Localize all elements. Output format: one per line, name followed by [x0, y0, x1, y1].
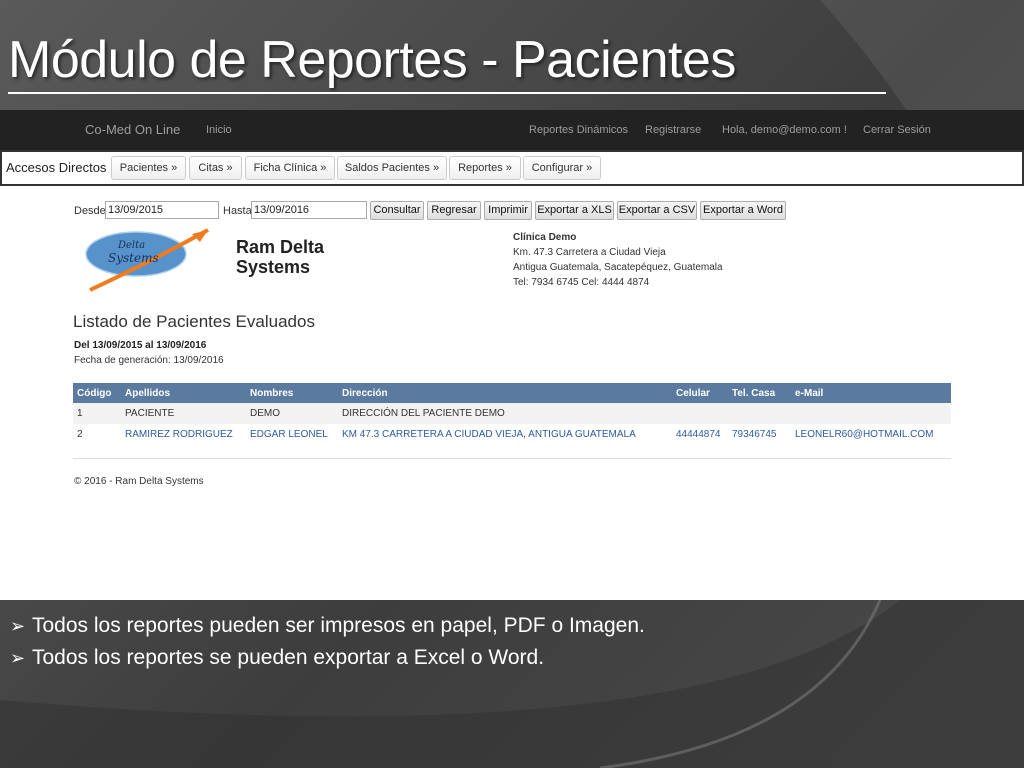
cell-tel-casa	[728, 403, 791, 424]
slide-title: Módulo de Reportes - Pacientes	[8, 31, 736, 89]
ram-delta-logo: Delta Systems	[85, 228, 209, 292]
cell-codigo: 2	[73, 424, 121, 445]
company-name-line1: Ram Delta	[236, 237, 325, 257]
company-name: Ram Delta Systems	[236, 237, 324, 277]
acceso-saldos-pacientes-button[interactable]: Saldos Pacientes »	[337, 156, 447, 180]
report-generation-date: Fecha de generación: 13/09/2016	[74, 355, 224, 366]
table-row: 2 RAMIREZ RODRIGUEZ EDGAR LEONEL KM 47.3…	[73, 424, 951, 445]
bullet-item: ➢ Todos los reportes pueden ser impresos …	[10, 610, 645, 642]
col-codigo: Código	[73, 383, 121, 403]
patients-table: Código Apellidos Nombres Dirección Celul…	[73, 383, 951, 445]
report-title: Listado de Pacientes Evaluados	[73, 312, 315, 331]
clinic-phones: Tel: 7934 6745 Cel: 4444 4874	[513, 277, 650, 288]
accesos-directos-label: Accesos Directos	[6, 160, 107, 175]
cell-nombres: EDGAR LEONEL	[246, 424, 338, 445]
col-apellidos: Apellidos	[121, 383, 246, 403]
nav-cerrar-sesion[interactable]: Cerrar Sesión	[863, 124, 931, 136]
bullet-text: Todos los reportes se pueden exportar a …	[32, 646, 545, 669]
cell-celular: 44444874	[672, 424, 728, 445]
company-name-line2: Systems	[236, 257, 311, 277]
bullet-item: ➢ Todos los reportes se pueden exportar a…	[10, 642, 645, 674]
col-direccion: Dirección	[338, 383, 672, 403]
slide-bullets: ➢ Todos los reportes pueden ser impresos …	[10, 610, 645, 674]
arrow-bullet-icon: ➢	[10, 648, 26, 668]
cell-tel-casa: 79346745	[728, 424, 791, 445]
app-screenshot: Co-Med On Line Inicio Reportes Dinámicos…	[0, 110, 1024, 600]
nav-registrarse[interactable]: Registrarse	[645, 124, 701, 136]
clinic-address-2: Antigua Guatemala, Sacatepéquez, Guatema…	[513, 262, 723, 273]
accesos-directos-bar: Accesos Directos Pacientes » Citas » Fic…	[0, 150, 1024, 186]
desde-input[interactable]	[105, 201, 219, 219]
nav-inicio[interactable]: Inicio	[206, 124, 232, 136]
cell-nombres: DEMO	[246, 403, 338, 424]
regresar-button[interactable]: Regresar	[427, 201, 481, 220]
report-date-range: Del 13/09/2015 al 13/09/2016	[74, 340, 207, 351]
exportar-word-button[interactable]: Exportar a Word	[700, 201, 786, 220]
clinic-info: Clínica Demo Km. 47.3 Carretera a Ciudad…	[513, 230, 723, 290]
exportar-csv-button[interactable]: Exportar a CSV	[617, 201, 697, 220]
brand-link[interactable]: Co-Med On Line	[85, 122, 180, 137]
acceso-citas-button[interactable]: Citas »	[189, 156, 242, 180]
clinic-name: Clínica Demo	[513, 232, 577, 243]
acceso-ficha-clinica-button[interactable]: Ficha Clínica »	[245, 156, 335, 180]
arrow-bullet-icon: ➢	[10, 616, 26, 636]
hasta-label: Hasta	[223, 205, 252, 217]
cell-email: LEONELR60@HOTMAIL.COM	[791, 424, 951, 445]
cell-direccion: DIRECCIÓN DEL PACIENTE DEMO	[338, 403, 672, 424]
exportar-xls-button[interactable]: Exportar a XLS	[535, 201, 614, 220]
top-navbar: Co-Med On Line Inicio Reportes Dinámicos…	[0, 110, 1024, 150]
acceso-pacientes-button[interactable]: Pacientes »	[111, 156, 186, 180]
table-bottom-divider	[73, 458, 951, 459]
acceso-configurar-button[interactable]: Configurar »	[523, 156, 601, 180]
table-row: 1 PACIENTE DEMO DIRECCIÓN DEL PACIENTE D…	[73, 403, 951, 424]
report-footer-copyright: © 2016 - Ram Delta Systems	[74, 476, 204, 487]
imprimir-button[interactable]: Imprimir	[484, 201, 532, 220]
bullet-text: Todos los reportes pueden ser impresos e…	[32, 614, 645, 637]
table-header-row: Código Apellidos Nombres Dirección Celul…	[73, 383, 951, 403]
cell-apellidos: RAMIREZ RODRIGUEZ	[121, 424, 246, 445]
consultar-button[interactable]: Consultar	[370, 201, 424, 220]
svg-text:Delta: Delta	[117, 240, 145, 251]
desde-label: Desde	[74, 205, 106, 217]
cell-email	[791, 403, 951, 424]
cell-codigo: 1	[73, 403, 121, 424]
col-tel-casa: Tel. Casa	[728, 383, 791, 403]
cell-celular	[672, 403, 728, 424]
col-nombres: Nombres	[246, 383, 338, 403]
col-email: e-Mail	[791, 383, 951, 403]
acceso-reportes-button[interactable]: Reportes »	[449, 156, 521, 180]
nav-user-greeting[interactable]: Hola, demo@demo.com !	[722, 124, 847, 136]
nav-reportes-dinamicos[interactable]: Reportes Dinámicos	[529, 124, 628, 136]
col-celular: Celular	[672, 383, 728, 403]
title-underline	[8, 92, 886, 94]
cell-apellidos: PACIENTE	[121, 403, 246, 424]
svg-text:Systems: Systems	[108, 251, 159, 265]
cell-direccion: KM 47.3 CARRETERA A CIUDAD VIEJA, ANTIGU…	[338, 424, 672, 445]
clinic-address-1: Km. 47.3 Carretera a Ciudad Vieja	[513, 247, 666, 258]
hasta-input[interactable]	[251, 201, 367, 219]
